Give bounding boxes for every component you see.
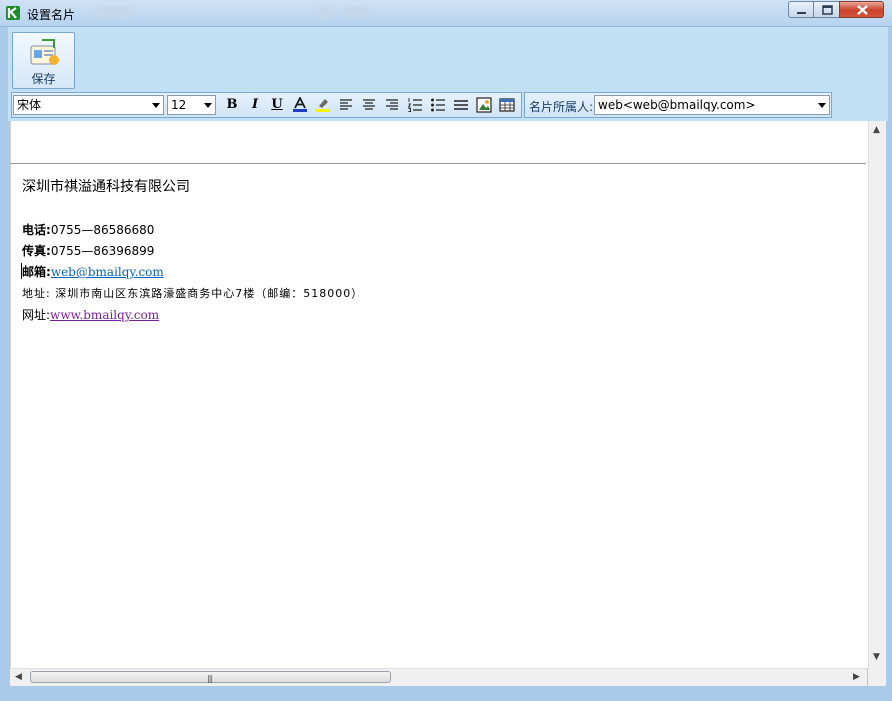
scrollbar-corner (868, 668, 886, 686)
window-title: 设置名片 (27, 8, 76, 22)
email-line: 邮箱:web@bmailqy.com (22, 263, 164, 280)
bullet-list-icon (431, 98, 445, 112)
bold-button[interactable]: B (223, 96, 241, 114)
app-logo-icon (6, 6, 20, 20)
window-bottom-border (0, 686, 892, 701)
save-card-icon (30, 39, 59, 65)
insert-table-icon (499, 98, 515, 112)
chevron-down-icon (152, 103, 160, 108)
underline-icon: U (271, 97, 283, 112)
insert-table-button[interactable] (498, 96, 516, 114)
scroll-down-icon[interactable]: ▼ (873, 652, 880, 662)
address-label: 地址: (22, 287, 51, 300)
underline-button[interactable]: U (268, 96, 286, 114)
owner-select[interactable]: web<web@bmailqy.com> (594, 95, 830, 115)
align-left-button[interactable] (337, 96, 355, 114)
owner-value: web<web@bmailqy.com> (598, 98, 756, 112)
highlighter-icon (316, 99, 330, 112)
save-button-label: 保存 (31, 72, 56, 86)
close-icon (857, 5, 868, 15)
font-family-value: 宋体 (17, 98, 42, 112)
maximize-icon (822, 5, 833, 15)
font-size-value: 12 (171, 98, 187, 112)
highlight-button[interactable] (314, 96, 332, 114)
website-label: 网址: (22, 308, 51, 322)
insert-image-button[interactable] (475, 96, 493, 114)
align-right-button[interactable] (383, 96, 401, 114)
numbered-list-button[interactable] (406, 96, 424, 114)
website-line: 网址:www.bmailqy.com (22, 306, 159, 323)
format-toolbar: 宋体 12 B I U (11, 92, 522, 118)
numbered-list-icon (407, 98, 422, 112)
insert-image-icon (476, 97, 492, 113)
horizontal-rule (10, 163, 866, 164)
address-line: 地址: 深圳市南山区东滨路濠盛商务中心7楼（邮编：518000） (22, 285, 363, 301)
chevron-down-icon (818, 103, 826, 108)
phone-line: 电话:0755—86586680 (22, 221, 154, 238)
align-right-icon (386, 99, 398, 110)
font-color-icon (293, 97, 307, 112)
fax-label: 传真: (22, 244, 51, 258)
fax-value: 0755—86396899 (50, 244, 155, 258)
phone-label: 电话: (22, 223, 51, 237)
font-size-select[interactable]: 12 (167, 95, 216, 115)
website-link[interactable]: www.bmailqy.com (50, 308, 159, 322)
email-link[interactable]: web@bmailqy.com (51, 265, 164, 279)
align-left-icon (340, 99, 352, 110)
horizontal-rule-icon (454, 100, 468, 110)
font-family-select[interactable]: 宋体 (13, 95, 164, 115)
card-editor[interactable] (10, 121, 868, 668)
horizontal-scroll-thumb[interactable]: ||| (30, 671, 391, 683)
vertical-scrollbar[interactable]: ▲ ▼ (868, 121, 886, 668)
font-color-button[interactable] (291, 96, 309, 114)
address-value: 深圳市南山区东滨路濠盛商务中心7楼（邮编：518000） (55, 287, 364, 300)
grip-icon: ||| (207, 674, 213, 683)
bullet-list-button[interactable] (429, 96, 447, 114)
blurred-title-text (96, 8, 134, 18)
scroll-up-icon[interactable]: ▲ (873, 125, 880, 135)
owner-toolbar: 名片所属人: web<web@bmailqy.com> (524, 92, 832, 118)
bold-icon: B (226, 97, 238, 112)
horizontal-scrollbar[interactable]: ◀ ||| ▶ (10, 668, 867, 686)
align-center-icon (363, 99, 375, 110)
title-bar: 设置名片 (0, 0, 892, 27)
fax-line: 传真:0755—86396899 (22, 242, 154, 259)
scroll-right-icon[interactable]: ▶ (853, 672, 860, 682)
minimize-icon (797, 12, 806, 14)
chevron-down-icon (204, 103, 212, 108)
horizontal-rule-button[interactable] (452, 96, 470, 114)
save-button[interactable]: 保存 (12, 32, 75, 89)
blurred-title-text (344, 8, 368, 18)
minimize-button[interactable] (788, 1, 814, 18)
scroll-left-icon[interactable]: ◀ (15, 672, 22, 682)
align-center-button[interactable] (360, 96, 378, 114)
phone-value: 0755—86586680 (50, 223, 155, 237)
company-name: 深圳市祺溢通科技有限公司 (22, 179, 190, 195)
italic-button[interactable]: I (246, 96, 264, 114)
close-button[interactable] (839, 1, 884, 18)
owner-label: 名片所属人: (529, 100, 594, 114)
email-label: 邮箱: (22, 265, 51, 279)
maximize-button[interactable] (813, 1, 840, 18)
blurred-title-text (316, 8, 332, 18)
italic-icon: I (251, 97, 259, 112)
